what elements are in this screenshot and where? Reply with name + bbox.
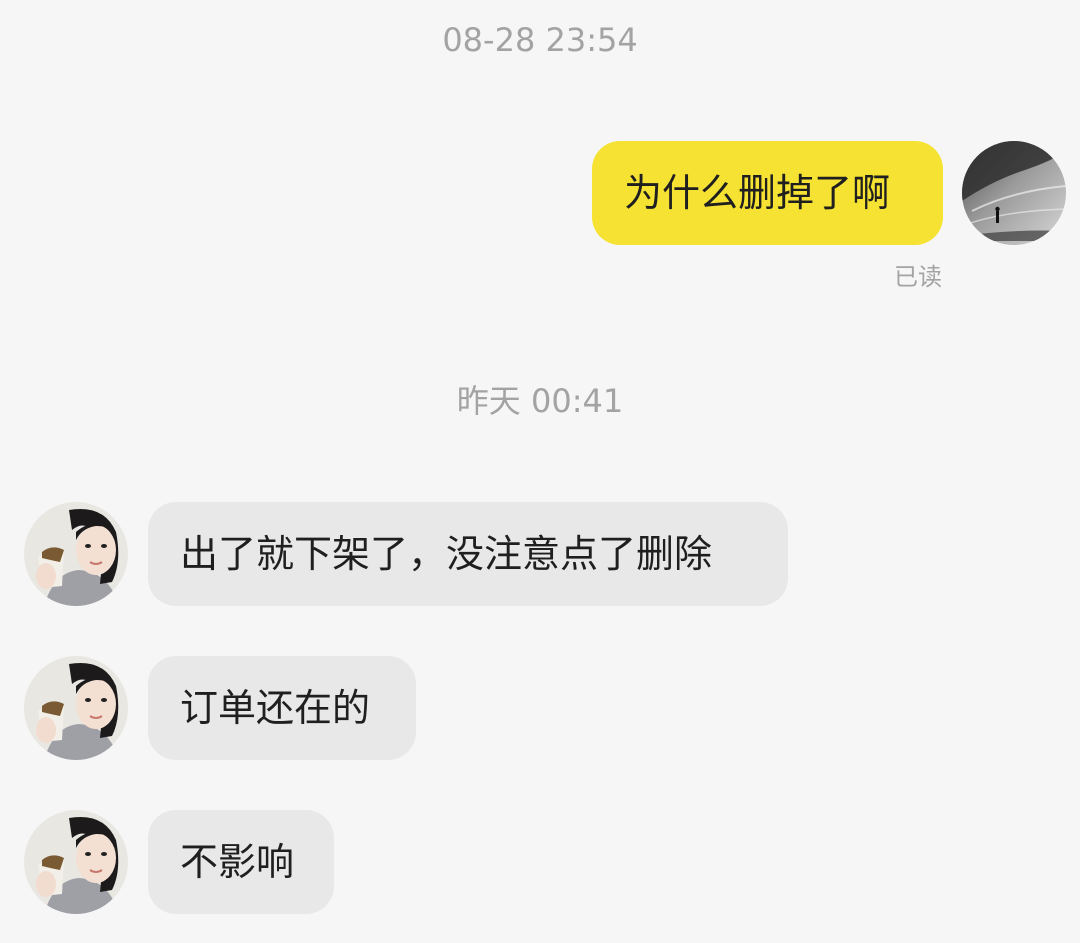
beach-photo-avatar-icon bbox=[962, 141, 1066, 245]
contact-avatar[interactable] bbox=[24, 502, 128, 606]
received-message-bubble[interactable]: 订单还在的 bbox=[148, 656, 416, 760]
timestamp: 08-28 23:54 bbox=[442, 21, 638, 59]
contact-avatar[interactable] bbox=[24, 810, 128, 914]
sent-message-bubble[interactable]: 为什么删掉了啊 bbox=[592, 141, 943, 245]
self-avatar[interactable] bbox=[962, 141, 1066, 245]
girl-portrait-avatar-icon bbox=[24, 810, 128, 914]
girl-portrait-avatar-icon bbox=[24, 502, 128, 606]
timestamp: 昨天 00:41 bbox=[456, 382, 624, 420]
received-message-bubble[interactable]: 不影响 bbox=[148, 810, 334, 914]
girl-portrait-avatar-icon bbox=[24, 656, 128, 760]
contact-avatar[interactable] bbox=[24, 656, 128, 760]
received-message-bubble[interactable]: 出了就下架了，没注意点了删除 bbox=[148, 502, 788, 606]
read-receipt: 已读 bbox=[894, 263, 942, 291]
